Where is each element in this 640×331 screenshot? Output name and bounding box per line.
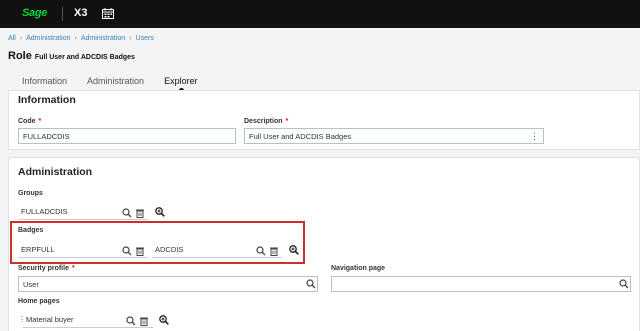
breadcrumb-item[interactable]: Users [136, 35, 154, 42]
tab-information[interactable]: Information [22, 76, 67, 86]
page-subtitle: Full User and ADCDIS Badges [34, 54, 135, 61]
search-icon[interactable] [126, 316, 136, 326]
navigation-page-label: Navigation page [331, 265, 386, 272]
home-page-value: Material buyer [26, 315, 74, 324]
trash-icon[interactable] [135, 208, 145, 218]
navigation-page-field[interactable] [331, 276, 631, 292]
tab-bar: Information Administration Explorer [22, 76, 218, 93]
security-profile-field[interactable]: User [18, 276, 318, 292]
chevron-right-icon: › [19, 34, 23, 42]
zoom-in-icon[interactable] [159, 315, 169, 325]
search-icon[interactable] [619, 279, 629, 289]
description-field[interactable]: Full User and ADCDIS Badges ⋮ [244, 128, 544, 144]
section-title: Administration [18, 166, 93, 178]
code-label-text: Code [18, 118, 36, 125]
product-name[interactable]: X3 [74, 7, 87, 19]
page-title: Role Full User and ADCDIS Badges [8, 50, 135, 62]
zoom-in-icon[interactable] [155, 207, 165, 217]
breadcrumb-item[interactable]: All [8, 35, 16, 42]
chevron-right-icon: › [74, 34, 77, 42]
information-section: Information Code * FULLADCDIS Description… [8, 90, 640, 150]
search-icon[interactable] [122, 208, 132, 218]
tab-administration[interactable]: Administration [87, 76, 144, 86]
required-marker: * [285, 118, 289, 125]
home-pages-label: Home pages [18, 298, 60, 305]
groups-label: Groups [18, 190, 43, 197]
code-value: FULLADCDIS [23, 132, 70, 141]
tab-explorer[interactable]: Explorer [164, 76, 198, 93]
chevron-right-icon: › [129, 34, 132, 42]
code-field[interactable]: FULLADCDIS [18, 128, 236, 144]
sage-logo[interactable]: Sage [22, 7, 47, 19]
security-profile-label-text: Security profile [18, 265, 69, 272]
code-label: Code * [18, 118, 41, 125]
search-icon[interactable] [306, 279, 316, 289]
breadcrumb: All › Administration › Administration › … [8, 32, 154, 44]
top-bar: Sage X3 [0, 0, 640, 28]
groups-value: FULLADCDIS [21, 207, 68, 216]
breadcrumb-item[interactable]: Administration [26, 35, 70, 42]
header-divider [62, 7, 63, 21]
breadcrumb-item[interactable]: Administration [81, 35, 125, 42]
security-profile-value: User [23, 280, 39, 289]
page-title-main: Role [8, 50, 32, 62]
required-marker: * [71, 265, 75, 272]
required-marker: * [38, 118, 42, 125]
description-label-text: Description [244, 118, 283, 125]
trash-icon[interactable] [139, 316, 149, 326]
security-profile-label: Security profile * [18, 265, 75, 272]
section-title: Information [18, 94, 76, 106]
description-value: Full User and ADCDIS Badges [249, 132, 352, 141]
badges-highlight-box [10, 221, 305, 264]
calendar-icon[interactable] [102, 8, 114, 19]
more-options-icon[interactable]: ⋮ [530, 131, 539, 141]
description-label: Description * [244, 118, 288, 125]
